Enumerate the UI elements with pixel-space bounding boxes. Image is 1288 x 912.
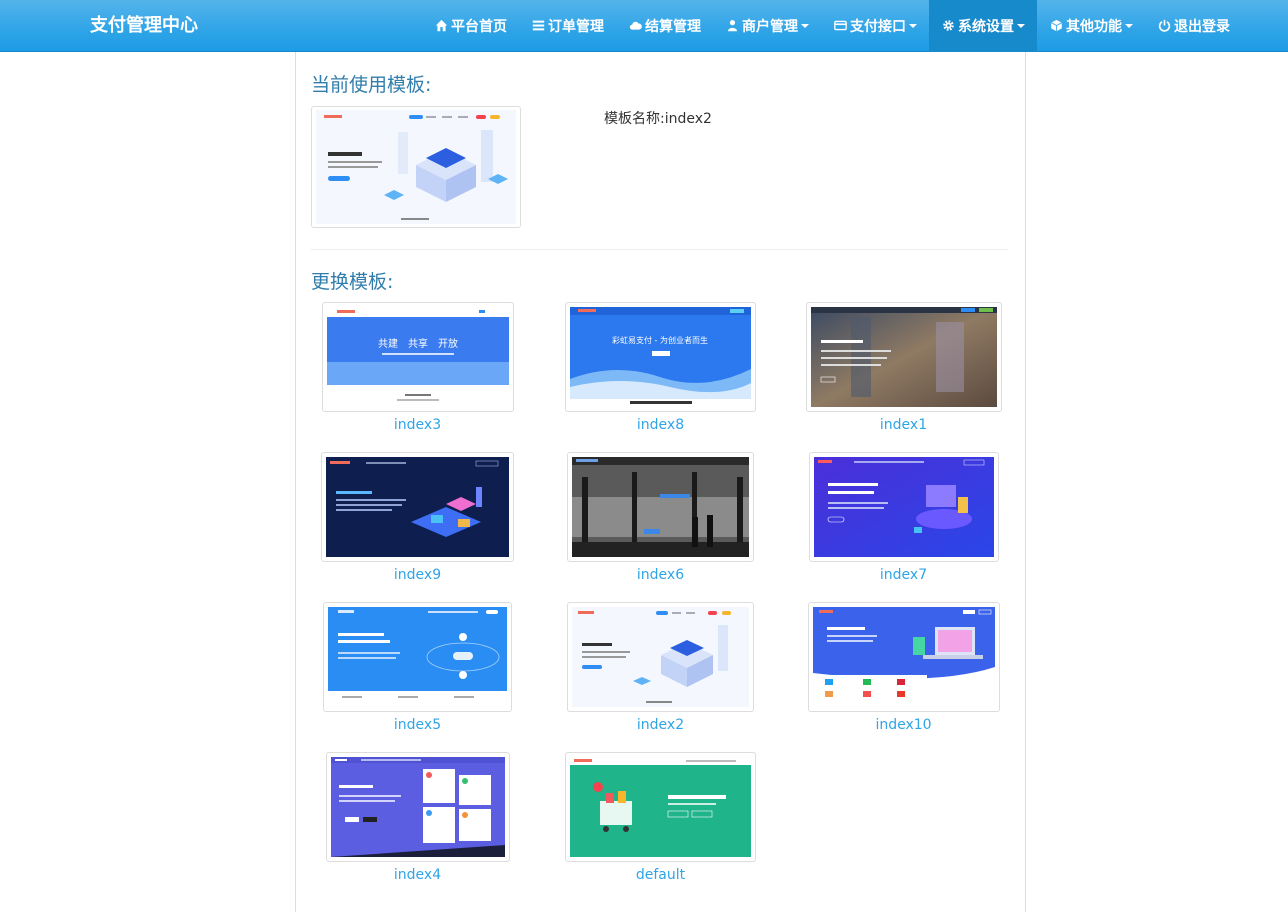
template-thumbnail[interactable] <box>808 452 999 562</box>
nav-orders[interactable]: 订单管理 <box>519 0 616 51</box>
index3-preview-image: 共建 共享 开放 <box>326 307 509 407</box>
index2-preview-image <box>572 607 749 707</box>
template-option-index10: index10 <box>782 602 1025 752</box>
template-option-index2: index2 <box>539 602 782 752</box>
main-nav: 平台首页 订单管理 结算管理 商户管理 支付接口 系统设置 其他功能 退出登录 <box>422 0 1242 51</box>
credit-card-icon <box>833 19 847 33</box>
index7-preview-image <box>813 457 994 557</box>
template-thumbnail[interactable]: 彩虹易支付 - 为创业者而生 <box>565 302 756 412</box>
nav-logout[interactable]: 退出登录 <box>1145 0 1242 51</box>
current-template-heading: 当前使用模板: <box>311 74 432 96</box>
list-icon <box>531 19 545 33</box>
template-thumbnail[interactable] <box>807 602 1000 712</box>
current-template-name: 模板名称:index2 <box>604 111 712 127</box>
template-name-link[interactable]: index2 <box>539 717 782 733</box>
nav-logout-label: 退出登录 <box>1174 18 1230 35</box>
template-name-link[interactable]: index6 <box>539 567 782 583</box>
template-name-link[interactable]: index3 <box>296 417 539 433</box>
template-thumbnail[interactable]: 共建 共享 开放 <box>321 302 514 412</box>
template-thumbnail[interactable] <box>805 302 1002 412</box>
nav-other-functions-label: 其他功能 <box>1066 18 1122 35</box>
index8-preview-image: 彩虹易支付 - 为创业者而生 <box>570 307 751 407</box>
template-name-link[interactable]: index8 <box>539 417 782 433</box>
template-option-index6: index6 <box>539 452 782 602</box>
cloud-icon <box>628 19 642 33</box>
nav-payment-api-label: 支付接口 <box>850 18 906 35</box>
chevron-down-icon <box>909 23 917 28</box>
content-panel: 当前使用模板: 模板名称:index2 更换模板: 共建 共享 开放 index… <box>295 52 1026 912</box>
template-thumbnail[interactable] <box>565 752 756 862</box>
home-icon <box>434 19 448 33</box>
nav-settlement[interactable]: 结算管理 <box>616 0 713 51</box>
index9-preview-image <box>326 457 509 557</box>
svg-text:彩虹易支付 - 为创业者而生: 彩虹易支付 - 为创业者而生 <box>612 335 708 345</box>
index4-preview-image <box>330 757 505 857</box>
nav-settlement-label: 结算管理 <box>645 18 701 35</box>
template-thumbnail[interactable] <box>567 602 754 712</box>
brand-title[interactable]: 支付管理中心 <box>90 0 198 51</box>
nav-orders-label: 订单管理 <box>548 18 604 35</box>
top-navbar: 支付管理中心 平台首页 订单管理 结算管理 商户管理 支付接口 系统设置 其他功… <box>0 0 1288 52</box>
index6-preview-image <box>572 457 749 557</box>
template-option-index3: 共建 共享 开放 index3 <box>296 302 539 452</box>
section-divider <box>311 249 1008 250</box>
template-name-link[interactable]: index9 <box>296 567 539 583</box>
default-preview-image <box>570 757 751 857</box>
nav-merchants-label: 商户管理 <box>742 18 798 35</box>
template-name-link[interactable]: index4 <box>296 867 539 883</box>
template-thumbnail[interactable] <box>567 452 754 562</box>
template-thumbnail[interactable] <box>321 452 514 562</box>
template-option-default: default <box>539 752 782 902</box>
gear-icon <box>941 19 955 33</box>
template-option-index7: index7 <box>782 452 1025 602</box>
chevron-down-icon <box>1017 23 1025 28</box>
template-option-index5: index5 <box>296 602 539 752</box>
chevron-down-icon <box>1125 23 1133 28</box>
index2-preview-image <box>316 110 516 224</box>
index10-preview-image <box>812 607 995 707</box>
chevron-down-icon <box>801 23 809 28</box>
template-name-link[interactable]: index10 <box>782 717 1025 733</box>
nav-home-label: 平台首页 <box>451 18 507 35</box>
user-icon <box>725 19 739 33</box>
template-thumbnail[interactable] <box>325 752 510 862</box>
nav-system-settings[interactable]: 系统设置 <box>929 0 1037 51</box>
template-name-link[interactable]: index5 <box>296 717 539 733</box>
power-icon <box>1157 19 1171 33</box>
template-option-index4: index4 <box>296 752 539 902</box>
template-name-link[interactable]: default <box>539 867 782 883</box>
template-option-index1: index1 <box>782 302 1025 452</box>
cube-icon <box>1049 19 1063 33</box>
template-name-link[interactable]: index7 <box>782 567 1025 583</box>
index5-preview-image <box>328 607 507 707</box>
template-thumbnail[interactable] <box>323 602 512 712</box>
template-option-index8: 彩虹易支付 - 为创业者而生 index8 <box>539 302 782 452</box>
nav-payment-api[interactable]: 支付接口 <box>821 0 929 51</box>
nav-other-functions[interactable]: 其他功能 <box>1037 0 1145 51</box>
template-option-index9: index9 <box>296 452 539 602</box>
nav-home[interactable]: 平台首页 <box>422 0 519 51</box>
current-template-thumbnail <box>311 106 521 228</box>
change-template-heading: 更换模板: <box>311 271 394 293</box>
index1-preview-image <box>810 307 997 407</box>
nav-merchants[interactable]: 商户管理 <box>713 0 821 51</box>
svg-text:共建 共享 开放: 共建 共享 开放 <box>378 337 458 350</box>
template-name-link[interactable]: index1 <box>782 417 1025 433</box>
nav-system-settings-label: 系统设置 <box>958 18 1014 35</box>
